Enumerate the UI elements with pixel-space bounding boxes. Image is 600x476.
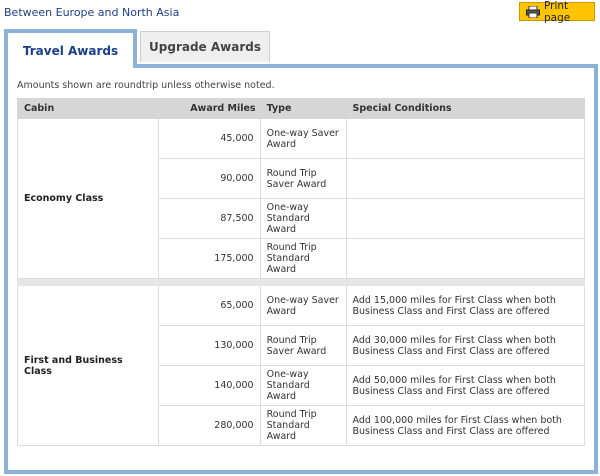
conditions-cell: Add 30,000 miles for First Class when bo…	[345, 325, 585, 366]
conditions-cell	[345, 158, 585, 199]
conditions-cell	[345, 118, 585, 159]
miles-cell: 65,000	[157, 285, 261, 326]
tab-travel-awards[interactable]: Travel Awards	[4, 29, 137, 68]
type-cell: Round Trip Saver Award	[259, 158, 347, 199]
print-page-label: Print page	[544, 0, 571, 24]
type-cell: One-way Standard Award	[259, 365, 347, 406]
conditions-cell	[345, 198, 585, 239]
roundtrip-note: Amounts shown are roundtrip unless other…	[17, 80, 275, 91]
type-cell: Round Trip Saver Award	[259, 325, 347, 366]
column-header-award-miles: Award Miles	[157, 98, 261, 119]
miles-cell: 140,000	[157, 365, 261, 406]
column-header-cabin: Cabin	[17, 98, 159, 119]
print-page-button[interactable]: Print page	[519, 0, 595, 24]
miles-cell: 90,000	[157, 158, 261, 199]
type-cell: Round Trip Standard Award	[259, 238, 347, 279]
conditions-cell: Add 15,000 miles for First Class when bo…	[345, 285, 585, 326]
miles-cell: 87,500	[157, 198, 261, 239]
miles-cell: 175,000	[157, 238, 261, 279]
table-row: Economy Class 45,000 One-way Saver Award	[17, 118, 585, 279]
conditions-cell	[345, 238, 585, 279]
type-cell: Round Trip Standard Award	[259, 405, 347, 446]
conditions-cell: Add 50,000 miles for First Class when bo…	[345, 365, 585, 406]
group-separator	[17, 278, 585, 286]
miles-cell: 130,000	[157, 325, 261, 366]
miles-cell: 45,000	[157, 118, 261, 159]
conditions-cell: Add 100,000 miles for First Class when b…	[345, 405, 585, 446]
table-header-row: Cabin Award Miles Type Special Condition…	[17, 98, 585, 119]
type-cell: One-way Standard Award	[259, 198, 347, 239]
cabin-cell: Economy Class	[17, 118, 159, 279]
table-row: First and Business Class 65,000 One-way …	[17, 285, 585, 446]
separator-cell	[17, 278, 585, 286]
column-header-special-conditions: Special Conditions	[345, 98, 585, 119]
miles-cell: 280,000	[157, 405, 261, 446]
award-chart-table: Cabin Award Miles Type Special Condition…	[17, 98, 585, 446]
type-cell: One-way Saver Award	[259, 285, 347, 326]
page-title: Between Europe and North Asia	[4, 6, 180, 19]
tab-upgrade-awards[interactable]: Upgrade Awards	[140, 31, 270, 62]
type-cell: One-way Saver Award	[259, 118, 347, 159]
cabin-cell: First and Business Class	[17, 285, 159, 446]
printer-icon	[526, 5, 540, 18]
column-header-type: Type	[259, 98, 347, 119]
